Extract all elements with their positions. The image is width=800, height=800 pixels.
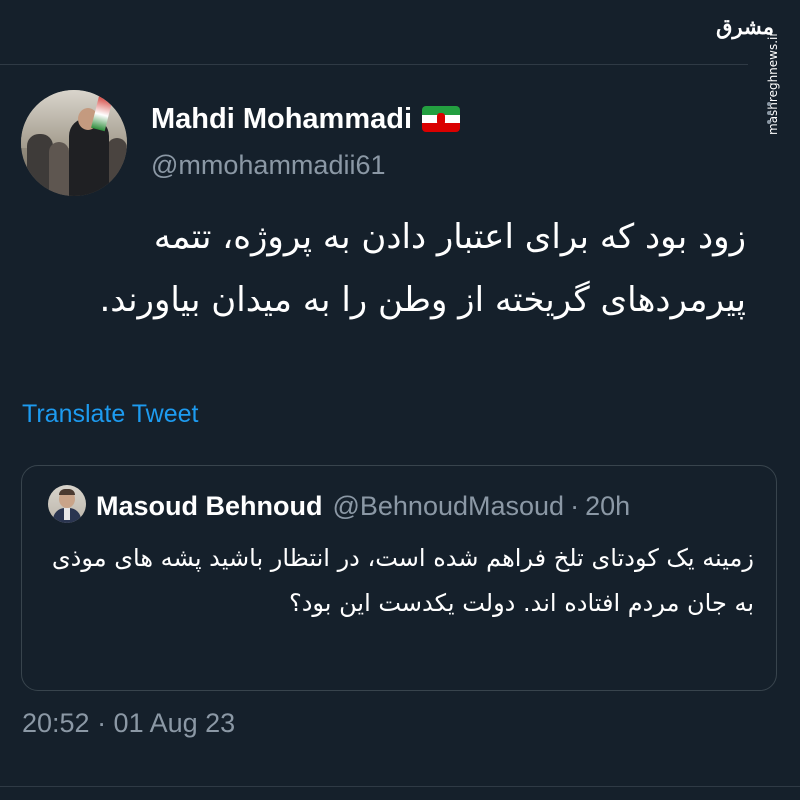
- author-name-row[interactable]: Mahdi Mohammadi: [151, 101, 461, 137]
- tweet-timestamp[interactable]: 20:52 · 01 Aug 23: [22, 708, 235, 739]
- quoted-tweet-card[interactable]: Masoud Behnoud @BehnoudMasoud · 20h زمین…: [21, 465, 777, 691]
- author-handle[interactable]: @mmohammadii61: [151, 150, 385, 181]
- iran-flag-icon: [422, 106, 461, 132]
- tweet-text: زود بود که برای اعتبار دادن به پروژه، تت…: [99, 217, 746, 320]
- author-display-name[interactable]: Mahdi Mohammadi: [151, 103, 412, 136]
- quoted-author-avatar[interactable]: [48, 485, 86, 523]
- bottom-divider: [0, 786, 800, 787]
- quoted-author-name[interactable]: Masoud Behnoud: [96, 491, 322, 522]
- quoted-tweet-text: زمینه یک کودتای تلخ فراهم شده است، در ان…: [51, 544, 754, 617]
- separator-dot: ·: [570, 490, 580, 521]
- quoted-tweet-header: Masoud Behnoud @BehnoudMasoud · 20h: [96, 488, 630, 524]
- quoted-tweet-time: 20h: [585, 490, 631, 521]
- top-divider: [0, 64, 748, 65]
- author-avatar[interactable]: [21, 90, 127, 196]
- quoted-author-handle[interactable]: @BehnoudMasoud: [332, 491, 564, 522]
- more-vertical-icon[interactable]: [758, 96, 780, 130]
- translate-tweet-link[interactable]: Translate Tweet: [22, 400, 198, 429]
